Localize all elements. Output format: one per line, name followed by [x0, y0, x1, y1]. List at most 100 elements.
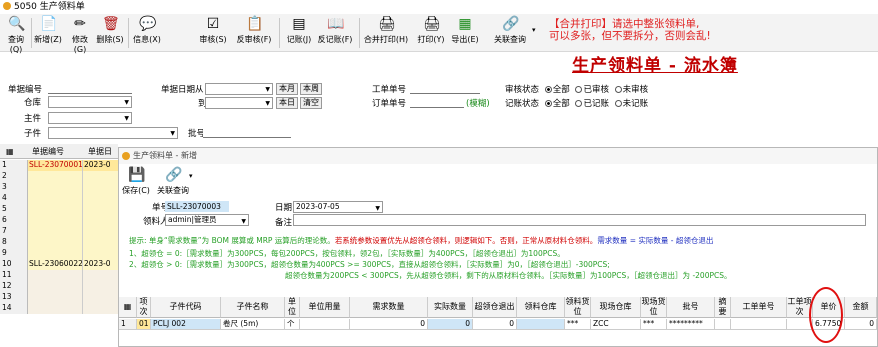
document-list-grid: ▦ 单据编号 单据日 1 SLL-23070001 2023-0 2 3 4 5 6…	[0, 144, 118, 347]
col-site-wh[interactable]: 现场仓库	[591, 297, 641, 318]
date-picker[interactable]: 2023-07-05 ▼	[293, 201, 383, 213]
remark-input[interactable]	[293, 214, 866, 226]
table-row[interactable]: 10 SLL-23060022 2023-0	[0, 259, 118, 270]
cell-wo-no[interactable]	[731, 319, 787, 330]
delete-button[interactable]: 🗑 删除(S)	[96, 16, 124, 50]
post-button[interactable]: ▤ 记账(J)	[284, 16, 314, 50]
col-usage[interactable]: 单位用量	[300, 297, 350, 318]
date-from-picker[interactable]: ▼	[205, 83, 273, 95]
table-row[interactable]: 5	[0, 204, 118, 215]
this-week-button[interactable]: 本周	[300, 83, 322, 95]
cell-item[interactable]: 01	[137, 319, 151, 330]
table-row[interactable]: 6	[0, 215, 118, 226]
cell-over-return[interactable]: 0	[473, 319, 517, 330]
cell-name[interactable]: 卷尺 (5m)	[221, 319, 285, 330]
post-unposted-radio[interactable]	[614, 100, 622, 107]
warehouse-label: 仓库	[24, 98, 42, 108]
warehouse-select[interactable]: ▼	[48, 96, 132, 108]
col-demand[interactable]: 需求数量	[350, 297, 428, 318]
clear-button[interactable]: 清空	[300, 97, 322, 109]
unapprove-button[interactable]: 📋 反审核(F)	[234, 16, 274, 50]
cell-amount[interactable]: 0	[845, 319, 877, 330]
col-name[interactable]: 子件名称	[221, 297, 285, 318]
col-doc-no[interactable]: 单据编号	[32, 144, 64, 159]
window-title-bar: 5050 生产领料单	[0, 0, 878, 14]
export-button[interactable]: ▦ 导出(E)	[450, 16, 480, 50]
approve-icon: ☑	[206, 16, 220, 32]
picker-select[interactable]: admin|管理员 ▼	[165, 214, 249, 226]
unpost-button[interactable]: 📖 反记账(F)	[316, 16, 354, 50]
table-row[interactable]: 13	[0, 292, 118, 303]
col-wo-no[interactable]: 工单单号	[731, 297, 787, 318]
col-code[interactable]: 子件代码	[151, 297, 221, 318]
merge-print-notice: 【合并打印】请选中整张领料单, 可以多张，但不要拆分，否则会乱!	[549, 18, 878, 42]
col-actual[interactable]: 实际数量	[428, 297, 473, 318]
new-button[interactable]: 📄 新增(Z)	[34, 16, 62, 50]
cell-pick-loc[interactable]: ***	[565, 319, 591, 330]
audit-all-radio[interactable]	[544, 86, 552, 93]
col-doc-date[interactable]: 单据日	[88, 144, 112, 159]
col-item[interactable]: 项次	[137, 297, 151, 318]
audit-approved-radio[interactable]	[575, 86, 583, 93]
table-row[interactable]: 9	[0, 248, 118, 259]
table-row[interactable]: 4	[0, 193, 118, 204]
col-pick-wh[interactable]: 领料仓库	[517, 297, 565, 318]
cell-site-loc[interactable]: ***	[641, 319, 667, 330]
approve-button[interactable]: ☑ 审核(S)	[197, 16, 229, 50]
order-no-input[interactable]	[410, 97, 464, 108]
cell-usage[interactable]	[300, 319, 350, 330]
work-order-input[interactable]	[410, 83, 480, 94]
table-row[interactable]: 8	[0, 237, 118, 248]
table-row[interactable]: 2	[0, 171, 118, 182]
table-row[interactable]: 3	[0, 182, 118, 193]
col-over-return[interactable]: 超领仓退出	[473, 297, 517, 318]
col-unit[interactable]: 单位	[285, 297, 300, 318]
table-row[interactable]: 11	[0, 270, 118, 281]
col-memo[interactable]: 摘要	[715, 297, 731, 318]
doc-no-input[interactable]	[48, 83, 132, 94]
save-button[interactable]: 💾 保存(C)	[122, 167, 150, 201]
today-button[interactable]: 本日	[276, 97, 298, 109]
col-batch[interactable]: 批号	[667, 297, 715, 318]
col-site-loc[interactable]: 现场货位	[641, 297, 667, 318]
col-amount[interactable]: 金额	[845, 297, 877, 318]
cell-batch[interactable]: *********	[667, 319, 715, 330]
print-button[interactable]: 🖨 打印(Y)	[416, 16, 446, 50]
child-part-select[interactable]: ▼	[48, 127, 178, 139]
post-all-label: 全部	[552, 99, 570, 109]
chevron-down-icon: ▼	[170, 130, 175, 137]
grid-corner-icon: ▦	[119, 297, 137, 318]
post-posted-radio[interactable]	[575, 100, 583, 107]
this-month-button[interactable]: 本月	[276, 83, 298, 95]
audit-unapproved-radio[interactable]	[614, 86, 622, 93]
post-all-radio[interactable]	[544, 100, 552, 107]
link-query-button[interactable]: 🔗 关联查询	[490, 16, 530, 50]
chevron-down-icon[interactable]: ▾	[189, 172, 193, 180]
new-icon: 📄	[40, 16, 58, 32]
info-button[interactable]: 💬 信息(X)	[133, 16, 161, 50]
table-row[interactable]: 12	[0, 281, 118, 292]
cell-memo[interactable]	[715, 319, 731, 330]
cell-pick-wh[interactable]	[517, 319, 565, 330]
cell-unit[interactable]: 个	[285, 319, 300, 330]
chevron-down-icon[interactable]: ▾	[532, 26, 536, 34]
cell-actual[interactable]: 0	[428, 319, 473, 330]
edit-button[interactable]: ✏ 修改(G)	[66, 16, 94, 54]
chevron-down-icon: ▼	[265, 100, 270, 107]
cell-site-wh[interactable]: ZCC	[591, 319, 641, 330]
table-row[interactable]: 1 SLL-23070001 2023-0	[0, 160, 118, 171]
main-part-select[interactable]: ▼	[48, 112, 132, 124]
batch-input[interactable]	[203, 127, 291, 138]
cell-demand[interactable]: 0	[350, 319, 428, 330]
table-row[interactable]: 14	[0, 303, 118, 314]
col-pick-loc[interactable]: 领料货位	[565, 297, 591, 318]
merge-print-button[interactable]: 🖨 合并打印(H)	[363, 16, 409, 50]
table-row[interactable]: 7	[0, 226, 118, 237]
query-button[interactable]: 🔍 查询(Q)	[4, 16, 28, 54]
doc-no-field[interactable]: SLL-23070003	[165, 201, 229, 212]
audit-unapproved-label: 未审核	[622, 85, 649, 95]
cell-code[interactable]: PCLJ 002	[151, 319, 221, 330]
link-query-button[interactable]: 🔗 关联查询	[153, 167, 193, 201]
link-query-label: 关联查询	[494, 35, 526, 44]
date-to-picker[interactable]: ▼	[205, 97, 273, 109]
